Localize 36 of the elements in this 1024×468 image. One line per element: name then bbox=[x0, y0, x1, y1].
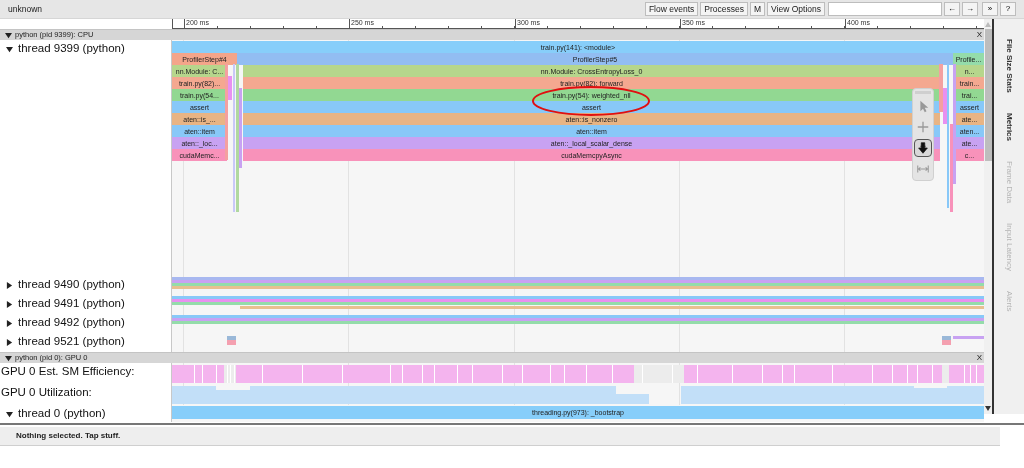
expanded-arrow-icon[interactable] bbox=[6, 46, 13, 53]
expanded-arrow-icon[interactable] bbox=[5, 354, 12, 362]
track-label: thread 9399 (python) bbox=[18, 41, 125, 55]
zoom-arrow-icon bbox=[916, 141, 930, 155]
window-title: unknown bbox=[8, 2, 44, 16]
toolbar-button[interactable]: » bbox=[982, 2, 998, 16]
track-label: GPU 0 Utilization: bbox=[1, 385, 92, 399]
track-label: GPU 0 Est. SM Efficiency: bbox=[1, 364, 135, 378]
toolbar-button[interactable]: M bbox=[749, 2, 766, 16]
search-field[interactable] bbox=[828, 2, 942, 16]
collapsed-arrow-icon[interactable] bbox=[6, 282, 13, 289]
tool-button[interactable] bbox=[914, 139, 932, 157]
collapsed-arrow-icon[interactable] bbox=[6, 320, 13, 327]
track-label: thread 9492 (python) bbox=[18, 315, 125, 329]
toolbar-button[interactable]: ← bbox=[944, 2, 960, 16]
status-text: Nothing selected. Tap stuff. bbox=[16, 430, 121, 442]
track-label: thread 9521 (python) bbox=[18, 334, 125, 348]
toolbar-button[interactable]: Flow events bbox=[644, 2, 699, 16]
scrollbar-thumb[interactable] bbox=[984, 29, 992, 161]
track-label: thread 0 (python) bbox=[18, 406, 106, 420]
track-label: thread 9490 (python) bbox=[18, 277, 125, 291]
close-button[interactable]: X bbox=[976, 354, 984, 362]
side-tab[interactable]: File Size Stats bbox=[1003, 39, 1015, 93]
expanded-arrow-icon[interactable] bbox=[6, 411, 13, 418]
move-icon bbox=[916, 120, 930, 134]
toolbar-button[interactable]: Processes bbox=[700, 2, 748, 16]
scroll-down-icon[interactable] bbox=[985, 406, 991, 411]
close-button[interactable]: X bbox=[976, 31, 984, 39]
side-tab[interactable]: Metrics bbox=[1003, 112, 1015, 141]
toolbar-button[interactable]: → bbox=[962, 2, 978, 16]
toolbar-button[interactable]: ? bbox=[1000, 2, 1016, 16]
track-label: thread 9491 (python) bbox=[18, 296, 125, 310]
toolbar-button[interactable]: View Options bbox=[767, 2, 825, 16]
expanded-arrow-icon[interactable] bbox=[5, 31, 12, 39]
collapsed-arrow-icon[interactable] bbox=[6, 339, 13, 346]
collapsed-arrow-icon[interactable] bbox=[6, 301, 13, 308]
